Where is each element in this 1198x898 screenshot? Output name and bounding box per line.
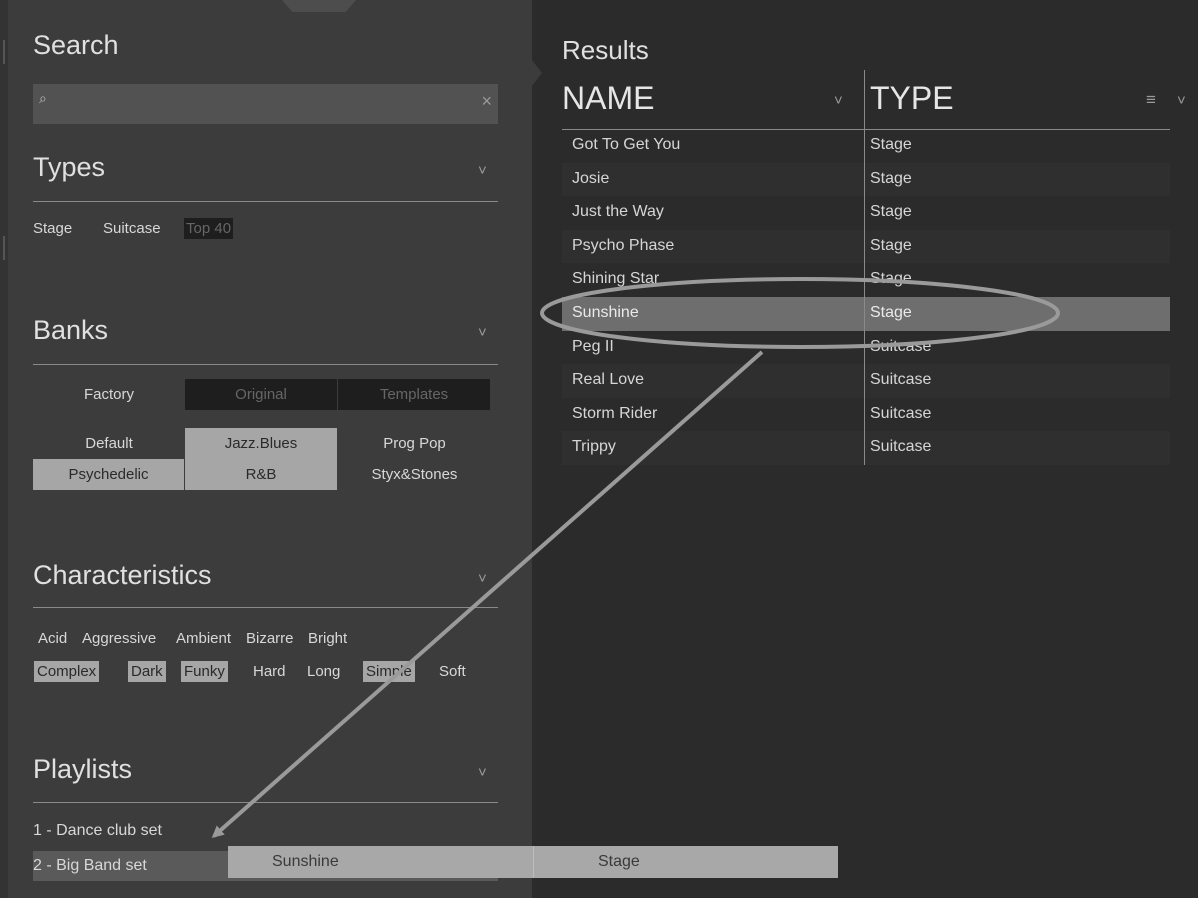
char-tag-long[interactable]: Long: [307, 663, 340, 680]
playlists-title: Playlists: [33, 754, 133, 784]
close-icon[interactable]: ×: [481, 91, 492, 112]
result-type: Suitcase: [870, 337, 932, 355]
search-title: Search: [33, 30, 119, 60]
bank-prog-pop[interactable]: Prog Pop: [338, 428, 491, 459]
char-tag-aggressive[interactable]: Aggressive: [82, 630, 156, 647]
column-header-name[interactable]: NAME: [562, 80, 654, 117]
result-name: Psycho Phase: [572, 236, 675, 254]
search-field[interactable]: ⌕ ×: [33, 84, 498, 124]
chevron-down-icon[interactable]: ˅: [1177, 92, 1186, 109]
type-tag-stage[interactable]: Stage: [33, 220, 72, 237]
edge-mark: [3, 236, 5, 260]
result-row[interactable]: Trippy Suitcase: [562, 431, 1170, 465]
bank-default[interactable]: Default: [33, 428, 185, 459]
column-header-type[interactable]: TYPE: [870, 80, 954, 117]
dragged-result-ghost[interactable]: Sunshine Stage: [228, 846, 838, 878]
result-row[interactable]: Peg II Suitcase: [562, 331, 1170, 365]
banks-divider: [33, 364, 498, 365]
window-left-edge: [0, 0, 8, 898]
bank-styx-stones[interactable]: Styx&Stones: [338, 459, 491, 490]
edge-mark: [3, 40, 5, 64]
result-name: Real Love: [572, 371, 645, 389]
characteristics-title: Characteristics: [33, 560, 212, 590]
result-name: Sunshine: [572, 304, 639, 321]
bank-templates[interactable]: Templates: [338, 379, 491, 410]
result-name: Josie: [572, 169, 610, 187]
chevron-down-icon[interactable]: ˅: [478, 764, 487, 781]
bank-factory[interactable]: Factory: [33, 379, 185, 410]
search-input[interactable]: [61, 92, 475, 118]
playlist-big-band-set[interactable]: 2 - Big Band set: [33, 857, 147, 875]
menu-icon[interactable]: ≡: [1146, 90, 1156, 110]
dragged-type: Stage: [598, 853, 640, 870]
panel-toggle-tab[interactable]: [282, 0, 356, 12]
char-tag-soft[interactable]: Soft: [439, 663, 466, 680]
chevron-down-icon[interactable]: ˅: [478, 324, 487, 341]
type-tag-top-40[interactable]: Top 40: [184, 218, 234, 239]
char-tag-bright[interactable]: Bright: [308, 630, 347, 647]
result-row[interactable]: Storm Rider Suitcase: [562, 398, 1170, 432]
char-tag-bizarre[interactable]: Bizarre: [246, 630, 294, 647]
char-tag-simple[interactable]: Simple: [363, 661, 415, 682]
bank-jazz-blues[interactable]: Jazz.Blues: [185, 428, 338, 459]
result-name: Shining Star: [572, 270, 660, 288]
result-type: Stage: [870, 304, 912, 321]
char-tag-acid[interactable]: Acid: [38, 630, 67, 647]
search-icon: ⌕: [39, 90, 47, 106]
bank-r-and-b[interactable]: R&B: [185, 459, 338, 490]
types-divider: [33, 201, 498, 202]
result-name: Trippy: [572, 438, 616, 456]
chevron-down-icon[interactable]: ˅: [478, 570, 487, 587]
result-type: Stage: [870, 169, 912, 187]
column-divider[interactable]: [864, 70, 865, 465]
dragged-separator: [533, 846, 534, 878]
playlist-dance-club-set[interactable]: 1 - Dance club set: [33, 822, 162, 840]
char-tag-hard[interactable]: Hard: [253, 663, 286, 680]
char-tag-dark[interactable]: Dark: [128, 661, 166, 682]
result-row[interactable]: Just the Way Stage: [562, 196, 1170, 230]
result-type: Stage: [870, 270, 912, 288]
banks-title: Banks: [33, 315, 109, 345]
results-title: Results: [562, 35, 649, 65]
result-type: Suitcase: [870, 404, 932, 422]
characteristics-divider: [33, 607, 498, 608]
bank-psychedelic[interactable]: Psychedelic: [33, 459, 185, 490]
result-row-selected[interactable]: Sunshine Stage: [562, 297, 1170, 331]
dragged-name: Sunshine: [272, 853, 339, 870]
result-row[interactable]: Real Love Suitcase: [562, 364, 1170, 398]
types-title: Types: [33, 152, 106, 182]
chevron-down-icon[interactable]: ˅: [834, 92, 843, 109]
playlists-divider: [33, 802, 498, 803]
result-row[interactable]: Psycho Phase Stage: [562, 229, 1170, 264]
result-row[interactable]: Shining Star Stage: [562, 263, 1170, 297]
result-type: Stage: [870, 136, 912, 153]
result-type: Suitcase: [870, 438, 932, 456]
chevron-down-icon[interactable]: ˅: [478, 162, 487, 179]
bank-original[interactable]: Original: [185, 379, 338, 410]
result-name: Just the Way: [572, 203, 664, 221]
char-tag-complex[interactable]: Complex: [34, 661, 100, 682]
result-row[interactable]: Got To Get You Stage: [562, 129, 1170, 163]
result-name: Got To Get You: [572, 136, 681, 153]
result-name: Peg II: [572, 337, 614, 355]
char-tag-ambient[interactable]: Ambient: [176, 630, 231, 647]
result-name: Storm Rider: [572, 404, 658, 422]
result-type: Stage: [870, 203, 912, 221]
result-type: Stage: [870, 236, 912, 254]
result-row[interactable]: Josie Stage: [562, 162, 1170, 197]
char-tag-funky[interactable]: Funky: [181, 661, 228, 682]
type-tag-suitcase[interactable]: Suitcase: [103, 220, 161, 237]
result-type: Suitcase: [870, 371, 932, 389]
